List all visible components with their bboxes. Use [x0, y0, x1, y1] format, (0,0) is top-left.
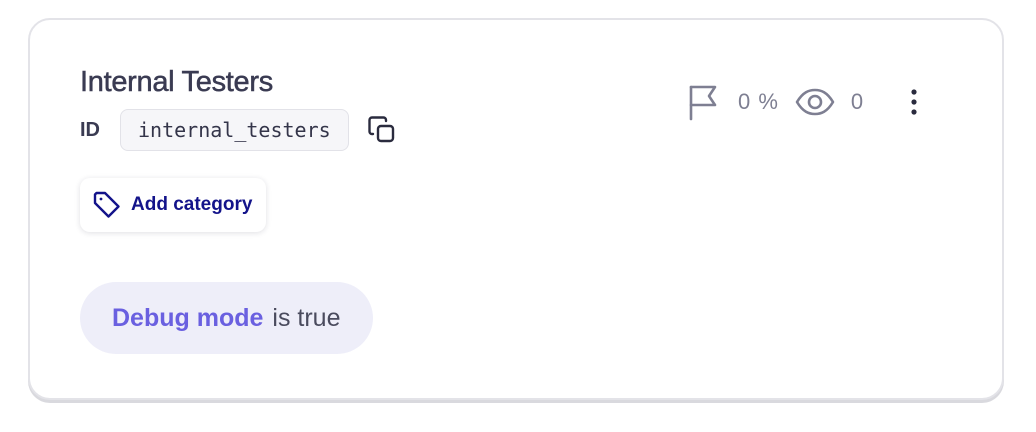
segment-title: Internal Testers — [80, 66, 274, 99]
condition-trait: Debug mode — [112, 303, 264, 332]
copy-id-button[interactable] — [365, 113, 399, 147]
percentage-value: 0 % — [738, 89, 779, 114]
segment-stats: 0 % 0 — [686, 78, 926, 126]
eye-icon — [795, 88, 835, 116]
rule-condition-pill[interactable]: Debug mode is true — [80, 282, 373, 354]
segment-id-value: internal_testers — [120, 109, 349, 151]
condition-operator: is true — [272, 303, 341, 332]
views-count: 0 — [850, 89, 865, 114]
segment-card: Internal Testers ID internal_testers Add… — [28, 18, 1004, 400]
id-label: ID — [80, 118, 100, 141]
more-options-button[interactable] — [902, 82, 926, 122]
add-category-button[interactable]: Add category — [80, 178, 267, 232]
more-vertical-icon — [911, 89, 917, 115]
copy-icon — [367, 116, 394, 143]
flag-icon — [689, 85, 717, 121]
add-category-label: Add category — [131, 194, 253, 215]
segment-id-row: ID internal_testers — [80, 108, 399, 152]
tag-icon — [93, 191, 120, 218]
